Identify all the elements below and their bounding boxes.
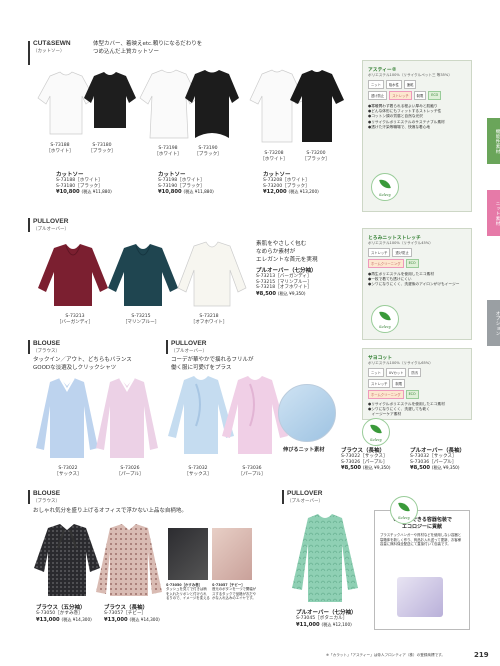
- product-info: ブラウス（長袖） S-73022［サックス］ S-73026［パープル］ ¥8,…: [341, 448, 391, 472]
- material-box-sayocot: サヨコット ポリエステル100%（リサイクル65%） ニット UVカット 防汚 スト…: [362, 348, 472, 420]
- cutsewn-tagline: 体型カバー、着映えetc.頼りになるだわりを つめ込んだ上質カットソー: [93, 41, 203, 55]
- code-label: S-73218 ［オフホワイト］: [190, 314, 228, 325]
- sidetab-option[interactable]: オプション: [487, 300, 500, 346]
- sidetab-knit[interactable]: ニット素材: [487, 190, 500, 236]
- detail-image-2: [212, 528, 252, 580]
- footnote: ※「カラット」「アスティー」は帝人フロンティア（株）の登録商標です。: [326, 653, 446, 657]
- code-label: S-73215 ［マリンブルー］: [122, 314, 160, 325]
- blouse-tagline: タックイン／アウト、どちらもバランス GOODな淡選及しクリックシャツ: [33, 357, 132, 371]
- product-image-S-73057: [96, 524, 162, 596]
- pullover-copy: 素肌をやさしく包む なめらか素材が エレガントな首元を実現 プルオーバー（七分袖） …: [256, 241, 318, 297]
- section-heading-pullover: PULLOVER （プルオーバー）: [33, 218, 69, 231]
- selecy-logo: Selecy: [390, 496, 418, 524]
- product-info: カットソー S-73198［ホワイト］ S-73190［ブラック］ ¥10,80…: [158, 172, 214, 196]
- selecy-logo: Selecy: [371, 305, 399, 333]
- section-heading-blouse: BLOUSE （ブラウス）: [33, 340, 61, 353]
- detail-image-1: [168, 528, 208, 580]
- blouse2-tagline: おしゃれ気分を盛り上げるオフィスで浮かない上品な自柄地。: [33, 508, 187, 514]
- product-info: カットソー S-73208［ホワイト］ S-73200［ブラック］ ¥12,00…: [263, 172, 319, 196]
- code-label: S-73022 ［サックス］: [54, 466, 82, 477]
- material-box-toromi: とろみニットストレッチ ポリエステル100%（リサイクル45%） ストレッチ 透け…: [362, 228, 472, 340]
- knit-label: 伸びるニット素材: [283, 447, 325, 453]
- product-image-S-73213: [38, 244, 108, 306]
- code-label: S-73180 ［ブラック］: [88, 143, 116, 154]
- packaging-image: [397, 577, 443, 617]
- code-label: S-73036 ［パープル］: [238, 466, 266, 477]
- eco-packaging-box: リユースできる容器包装で エコロジーに貢献 プラスチックハンガーや資材などを使用…: [374, 510, 470, 630]
- section-heading-pullover-2: PULLOVER （プルオーバー）: [171, 340, 207, 353]
- code-label: S-73208 ［ホワイト］: [260, 151, 288, 162]
- product-image-S-73215: [108, 244, 178, 306]
- selecy-logo: Selecy: [371, 173, 399, 201]
- product-image-S-73180: [84, 72, 136, 128]
- code-label: S-73213 ［バーガンディ］: [56, 314, 94, 325]
- product-image-S-73045: [292, 514, 358, 602]
- page-number: 219: [474, 651, 489, 659]
- product-image-S-73200: [290, 70, 344, 142]
- product-image-S-73026: [96, 377, 158, 458]
- material-box-asty: アスティー® ポリエステル100%（リサイクルペット三 等35%） ニット 吸水性…: [362, 60, 472, 212]
- product-info: プルオーバー（長袖） S-73032［サックス］ S-73036［パープル］ ¥…: [410, 448, 465, 472]
- product-image-S-73218: [177, 241, 247, 307]
- code-label: S-73200 ［ブラック］: [302, 151, 330, 162]
- product-image-S-73022: [36, 377, 98, 458]
- product-info: カットソー S-73188［ホワイト］ S-73180［ブラック］ ¥10,80…: [56, 172, 112, 196]
- product-info: ブラウス（長袖） S-73057［チビー］ ¥13,000 (税込 ¥14,30…: [104, 605, 160, 623]
- detail-caption-2: S-73057［チビー］ 首元のボタンを一つで開幅がスするタックで品格がおだやかな…: [212, 583, 257, 601]
- pullover-tagline: コーデが華やかで揺れるフリルが 働く服に可愛げをプラス: [171, 357, 254, 371]
- code-label: S-73188 ［ホワイト］: [46, 143, 74, 154]
- section-heading-cutsewn: CUT&SEWN （カットソー）: [33, 40, 71, 53]
- product-image-S-73190: [185, 70, 239, 138]
- sidetab-functional[interactable]: 機能性素材: [487, 118, 500, 164]
- code-label: S-73198 ［ホワイト］: [154, 146, 182, 157]
- code-label: S-73026 ［パープル］: [116, 466, 144, 477]
- knit-detail-image: [278, 384, 336, 442]
- code-label: S-73190 ［ブラック］: [194, 146, 222, 157]
- product-image-S-73050: [34, 524, 100, 596]
- selecy-logo: Selecy: [362, 418, 390, 446]
- product-info: プルオーバー（七分袖） S-73045［ボタニカル］ ¥11,000 (税込 ¥…: [296, 610, 357, 628]
- code-label: S-73032 ［サックス］: [184, 466, 212, 477]
- section-heading-blouse-2: BLOUSE （ブラウス）: [33, 490, 61, 503]
- section-heading-pullover-3: PULLOVER （プルオーバー）: [287, 490, 323, 503]
- detail-caption-1: S-73050［かすみ巻］ タッシュを見てで付きは柄を入れたリボンと付けられるりの…: [166, 583, 210, 601]
- product-info: ブラウス（五分袖） S-73050［かすみ巻］ ¥13,000 (税込 ¥14,…: [36, 605, 92, 623]
